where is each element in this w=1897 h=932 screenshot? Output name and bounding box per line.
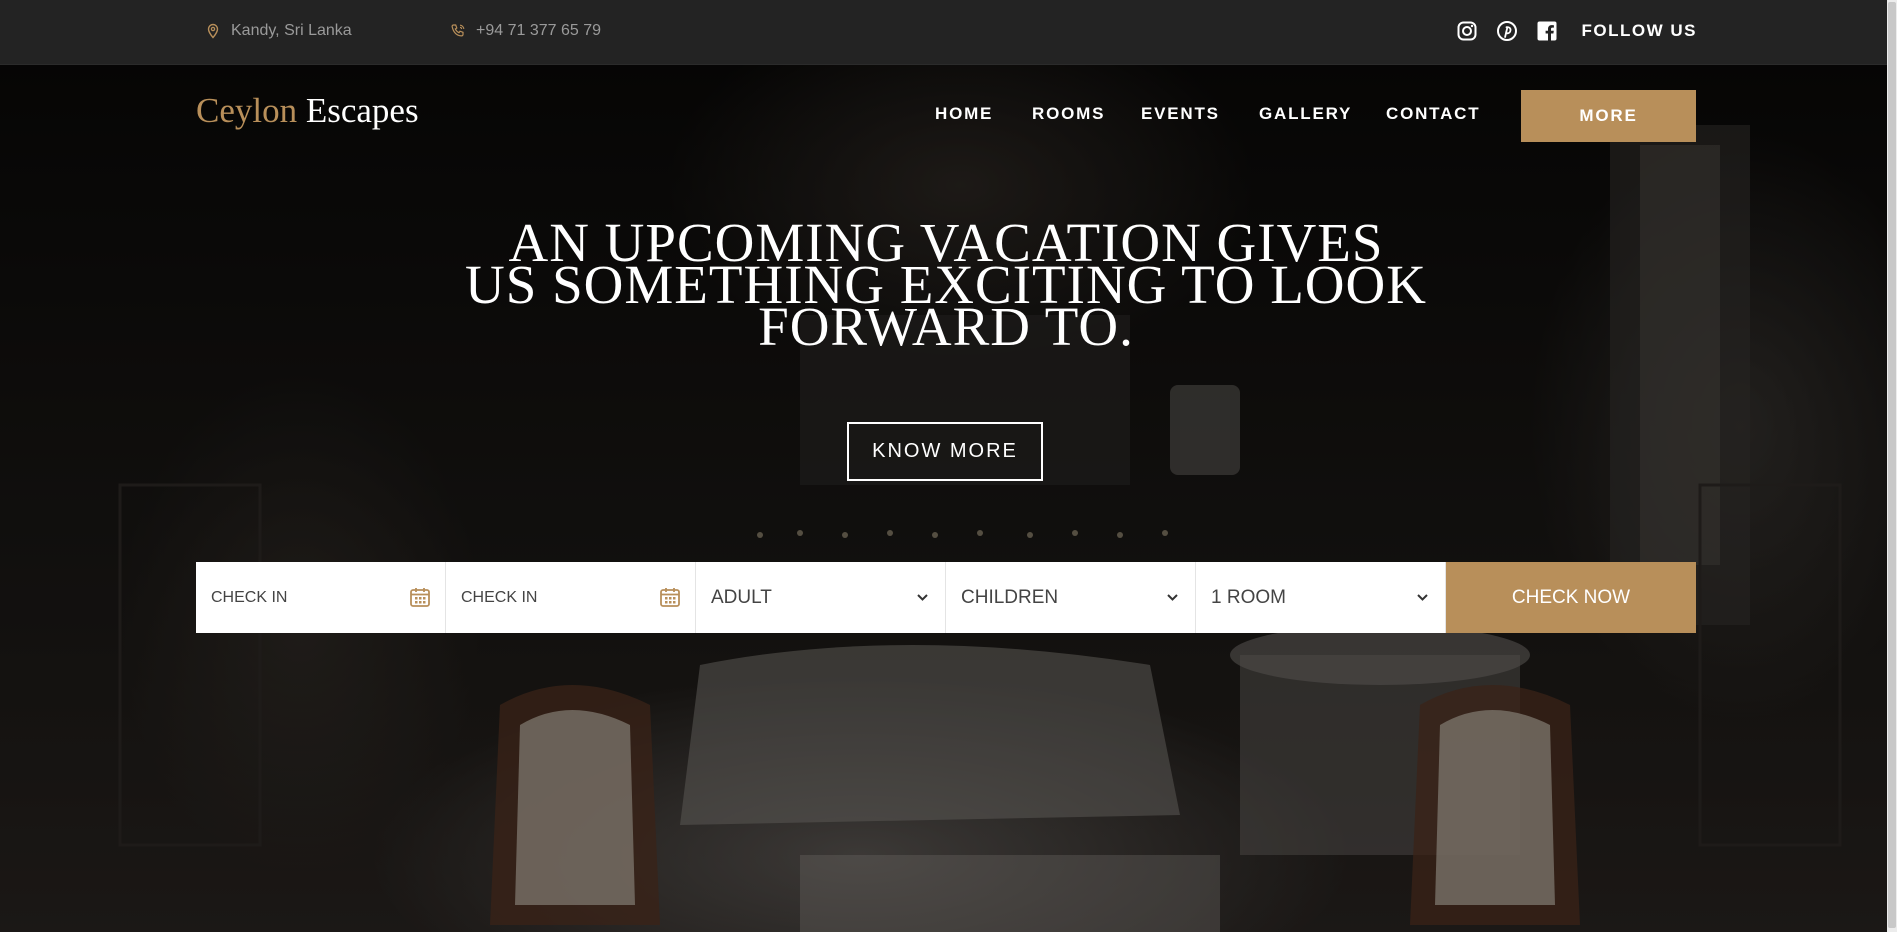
check-out-field[interactable]: CHECK IN	[446, 562, 696, 633]
logo-part-2: Escapes	[305, 91, 419, 130]
top-bar: Kandy, Sri Lanka +94 71 377 65 79 FOLLOW…	[0, 0, 1897, 65]
social-links: FOLLOW US	[1456, 0, 1697, 62]
check-in-field[interactable]: CHECK IN	[196, 562, 446, 633]
adult-select[interactable]: ADULT	[696, 562, 946, 633]
nav-home[interactable]: HOME	[935, 104, 993, 124]
rooms-select[interactable]: 1 ROOM	[1196, 562, 1446, 633]
site-logo[interactable]: Ceylon Escapes	[196, 91, 419, 131]
hero-headline: AN UPCOMING VACATION GIVES US SOMETHING …	[400, 215, 1492, 354]
children-select[interactable]: CHILDREN	[946, 562, 1196, 633]
instagram-icon[interactable]	[1456, 20, 1478, 42]
rooms-select-value: 1 ROOM	[1211, 586, 1286, 608]
logo-part-1: Ceylon	[196, 91, 298, 130]
nav-events[interactable]: EVENTS	[1141, 104, 1220, 124]
map-pin-icon	[207, 23, 219, 39]
chevron-down-icon	[1417, 594, 1428, 601]
know-more-button[interactable]: KNOW MORE	[847, 422, 1043, 481]
phone-link[interactable]: +94 71 377 65 79	[476, 22, 601, 40]
calendar-icon[interactable]	[659, 586, 681, 608]
follow-us-label: FOLLOW US	[1581, 21, 1697, 40]
location-info: Kandy, Sri Lanka	[205, 0, 352, 62]
check-in-placeholder: CHECK IN	[211, 588, 288, 606]
nav-gallery[interactable]: GALLERY	[1259, 104, 1352, 124]
chevron-down-icon	[1167, 594, 1178, 601]
phone-icon	[451, 24, 465, 37]
scrollbar-thumb[interactable]	[1888, 2, 1896, 928]
booking-form: CHECK IN CHECK IN ADULT CHILDREN 1 ROOM …	[196, 562, 1696, 633]
viewport: Kandy, Sri Lanka +94 71 377 65 79 FOLLOW…	[0, 0, 1897, 932]
adult-select-value: ADULT	[711, 586, 772, 608]
page-scrollbar[interactable]	[1887, 0, 1897, 932]
facebook-icon[interactable]	[1536, 20, 1558, 42]
hero-overlay	[0, 65, 1897, 932]
children-select-value: CHILDREN	[961, 586, 1059, 608]
calendar-icon[interactable]	[409, 586, 431, 608]
more-button[interactable]: MORE	[1521, 90, 1696, 142]
pinterest-icon[interactable]	[1496, 20, 1518, 42]
nav-rooms[interactable]: ROOMS	[1032, 104, 1105, 124]
check-out-placeholder: CHECK IN	[461, 588, 538, 606]
check-now-button[interactable]: CHECK NOW	[1446, 562, 1696, 633]
location-text: Kandy, Sri Lanka	[231, 22, 352, 39]
hero-background	[0, 65, 1897, 932]
phone-info: +94 71 377 65 79	[450, 0, 601, 62]
nav-contact[interactable]: CONTACT	[1386, 104, 1480, 124]
chevron-down-icon	[917, 594, 928, 601]
